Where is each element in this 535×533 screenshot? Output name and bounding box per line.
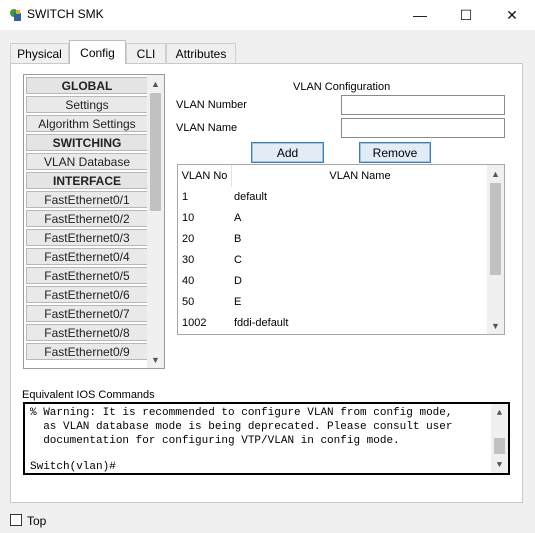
scroll-down-icon[interactable]: ▼ bbox=[491, 456, 508, 473]
vlan-no-header: VLAN No bbox=[178, 165, 232, 187]
vlan-table-row[interactable]: 1002 fddi-default bbox=[178, 313, 488, 334]
nav-list: GLOBAL Settings Algorithm Settings SWITCHIN… bbox=[25, 76, 149, 362]
title-bar: SWITCH SMK — ☐ ✕ bbox=[0, 0, 535, 30]
vlan-no-cell: 40 bbox=[182, 275, 195, 287]
tab-config[interactable]: Config bbox=[69, 40, 126, 64]
minimize-button[interactable]: — bbox=[397, 0, 443, 30]
vlan-name-cell: fddi-default bbox=[234, 317, 289, 329]
vlan-table-scrollbar[interactable]: ▲ ▼ bbox=[487, 165, 504, 334]
vlan-no-cell: 30 bbox=[182, 254, 195, 266]
vlan-name-cell: B bbox=[234, 233, 242, 245]
nav-item[interactable]: FastEthernet0/8 bbox=[26, 324, 148, 341]
vlan-no-cell: 1 bbox=[182, 191, 189, 203]
vlan-name-cell: E bbox=[234, 296, 242, 308]
nav-item[interactable]: FastEthernet0/7 bbox=[26, 305, 148, 322]
ios-commands-console[interactable]: % Warning: It is recommended to configur… bbox=[23, 402, 510, 475]
ios-warning-text: % Warning: It is recommended to configur… bbox=[30, 407, 453, 447]
scroll-down-icon[interactable]: ▼ bbox=[147, 351, 164, 368]
nav-item[interactable]: FastEthernet0/4 bbox=[26, 248, 148, 265]
nav-item[interactable]: FastEthernet0/5 bbox=[26, 267, 148, 284]
scroll-up-icon[interactable]: ▲ bbox=[487, 165, 504, 182]
tab-cli[interactable]: CLI bbox=[126, 43, 166, 63]
vlan-no-cell: 10 bbox=[182, 212, 195, 224]
nav-item[interactable]: FastEthernet0/1 bbox=[26, 191, 148, 208]
config-nav: GLOBAL Settings Algorithm Settings SWITCHIN… bbox=[23, 74, 165, 369]
nav-item[interactable]: FastEthernet0/2 bbox=[26, 210, 148, 227]
vlan-no-cell: 20 bbox=[182, 233, 195, 245]
add-button[interactable]: Add bbox=[251, 142, 324, 163]
vlan-no-cell: 1002 bbox=[182, 317, 207, 329]
vlan-table-row[interactable]: 20 B bbox=[178, 229, 488, 250]
ios-commands-label: Equivalent IOS Commands bbox=[22, 389, 155, 401]
top-checkbox[interactable] bbox=[10, 514, 22, 526]
window-title: SWITCH SMK bbox=[27, 7, 104, 21]
maximize-icon: ☐ bbox=[459, 6, 473, 23]
close-button[interactable]: ✕ bbox=[489, 0, 535, 30]
vlan-table: VLAN No VLAN Name 1 default 10 A 20 B 30 C 40 D 50… bbox=[177, 164, 505, 335]
nav-item[interactable]: VLAN Database bbox=[26, 153, 148, 170]
ios-scrollbar[interactable]: ▲ ▼ bbox=[491, 404, 508, 473]
vlan-name-label: VLAN Name bbox=[176, 122, 238, 134]
vlan-config-title: VLAN Configuration bbox=[293, 81, 391, 93]
nav-item[interactable]: FastEthernet0/9 bbox=[26, 343, 148, 360]
vlan-name-cell: A bbox=[234, 212, 242, 224]
nav-item[interactable]: Algorithm Settings bbox=[26, 115, 148, 132]
minimize-icon: — bbox=[413, 7, 427, 23]
nav-item[interactable]: FastEthernet0/6 bbox=[26, 286, 148, 303]
scroll-up-icon[interactable]: ▲ bbox=[491, 404, 508, 421]
vlan-name-header: VLAN Name bbox=[329, 170, 391, 182]
vlan-name-cell: default bbox=[234, 191, 268, 203]
nav-scrollbar[interactable]: ▲ ▼ bbox=[147, 75, 164, 368]
vlan-no-cell: 50 bbox=[182, 296, 195, 308]
remove-button[interactable]: Remove bbox=[359, 142, 431, 163]
config-panel: GLOBAL Settings Algorithm Settings SWITCHIN… bbox=[10, 63, 523, 503]
vlan-table-header: VLAN No VLAN Name bbox=[178, 165, 488, 187]
nav-section-header: INTERFACE bbox=[26, 172, 148, 189]
maximize-button[interactable]: ☐ bbox=[443, 0, 489, 30]
tab-attributes[interactable]: Attributes bbox=[166, 43, 236, 63]
vlan-table-row[interactable]: 30 C bbox=[178, 250, 488, 271]
nav-section-header: SWITCHING bbox=[26, 134, 148, 151]
nav-section-header: GLOBAL bbox=[26, 77, 148, 94]
ios-prompt: Switch(vlan)# bbox=[30, 461, 116, 473]
vlan-name-cell: D bbox=[234, 275, 242, 287]
vlan-table-row[interactable]: 50 E bbox=[178, 292, 488, 313]
scroll-up-icon[interactable]: ▲ bbox=[147, 75, 164, 92]
vlan-number-label: VLAN Number bbox=[176, 99, 247, 111]
vlan-table-row[interactable]: 1 default bbox=[178, 187, 488, 208]
tab-physical[interactable]: Physical bbox=[10, 43, 69, 63]
packet-tracer-app-icon bbox=[10, 9, 21, 21]
scroll-thumb[interactable] bbox=[490, 183, 501, 275]
scroll-thumb[interactable] bbox=[494, 438, 505, 454]
nav-item[interactable]: FastEthernet0/3 bbox=[26, 229, 148, 246]
nav-item[interactable]: Settings bbox=[26, 96, 148, 113]
vlan-name-cell: C bbox=[234, 254, 242, 266]
vlan-name-input[interactable] bbox=[341, 118, 505, 138]
scroll-thumb[interactable] bbox=[150, 93, 161, 211]
top-checkbox-label: Top bbox=[27, 514, 47, 528]
close-icon: ✕ bbox=[506, 6, 518, 23]
vlan-table-row[interactable]: 10 A bbox=[178, 208, 488, 229]
vlan-number-input[interactable] bbox=[341, 95, 505, 115]
vlan-table-row[interactable]: 40 D bbox=[178, 271, 488, 292]
scroll-down-icon[interactable]: ▼ bbox=[487, 317, 504, 334]
